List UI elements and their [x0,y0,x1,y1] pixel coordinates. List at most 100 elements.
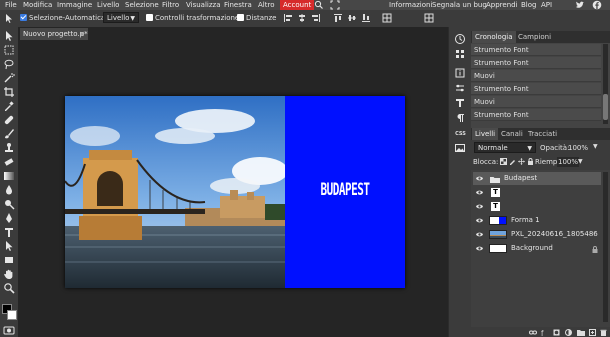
healing-tool-icon[interactable] [3,114,15,126]
delete-layer-icon[interactable] [600,329,607,337]
eye-icon[interactable] [476,217,483,224]
history-item[interactable]: Strumento Font [471,57,601,69]
eye-icon[interactable] [476,231,483,238]
eye-icon[interactable] [476,175,483,182]
brush-settings-icon[interactable] [454,82,466,94]
layers-scrollbar[interactable] [603,172,608,322]
dodge-tool-icon[interactable] [3,198,15,210]
type-tool-icon[interactable] [3,226,15,238]
distances-checkbox[interactable] [237,14,244,21]
link-blog[interactable]: Blog [521,0,536,10]
link-layers-icon[interactable] [529,329,537,337]
close-icon[interactable]: × [79,28,85,40]
history-panel-icon[interactable] [454,33,466,45]
fill-chevron-icon[interactable]: ▼ [578,158,583,165]
lock-all-icon[interactable] [527,158,534,167]
adjustment-layer-icon[interactable] [565,329,572,337]
eye-icon[interactable] [476,189,483,196]
layer-row-photo[interactable]: PXL_20240616_1805486 [473,228,601,241]
marquee-tool-icon[interactable] [3,44,15,56]
link-apprendi[interactable]: Apprendi [486,0,518,10]
history-item[interactable]: Strumento Font [471,83,601,95]
align-center-icon[interactable] [297,13,307,25]
align-right-icon[interactable] [311,13,321,25]
history-item[interactable]: Strumento Font [471,44,601,56]
align-middle-icon[interactable] [347,13,357,25]
eraser-tool-icon[interactable] [3,156,15,168]
menu-selezione[interactable]: Selezione [125,0,159,10]
lock-pixels-icon[interactable] [509,158,516,167]
path-selection-tool-icon[interactable] [3,240,15,252]
layer-row-text[interactable]: T [473,186,601,199]
clone-stamp-tool-icon[interactable] [3,142,15,154]
layer-mask-icon[interactable] [553,329,560,337]
document-canvas[interactable]: BUDAPEST [65,96,405,288]
menu-livello[interactable]: Livello [97,0,119,10]
layer-row-forma-1[interactable]: Forma 1 [473,214,601,227]
document-tab[interactable]: Nuovo progetto.p* × [20,28,88,40]
lasso-tool-icon[interactable] [3,58,15,70]
menu-modifica[interactable]: Modifica [23,0,52,10]
background-color-swatch[interactable] [7,310,17,320]
menu-file[interactable]: File [5,0,17,10]
eye-icon[interactable] [476,245,483,252]
history-item[interactable]: Muovi [471,70,601,82]
paragraph-panel-icon[interactable] [454,112,466,124]
align-top-icon[interactable] [333,13,343,25]
fullscreen-icon[interactable] [330,0,340,10]
menu-immagine[interactable]: Immagine [57,0,92,10]
quick-mask-icon[interactable] [3,324,15,336]
layer-style-icon[interactable]: ƒ [540,329,548,337]
history-scrollbar-thumb[interactable] [603,94,608,120]
info-panel-icon[interactable] [454,67,466,79]
layer-row-background[interactable]: Background [473,242,601,255]
eye-icon[interactable] [476,203,483,210]
history-scrollbar[interactable] [603,44,608,124]
search-icon[interactable] [314,0,324,10]
auto-select-checkbox[interactable] [20,14,27,21]
menu-altro[interactable]: Altro [258,0,275,10]
canvas-title-text[interactable]: BUDAPEST [305,180,385,200]
eyedropper-tool-icon[interactable] [3,100,15,112]
link-informazioni[interactable]: Informazioni [389,0,432,10]
crop-tool-icon[interactable] [3,86,15,98]
link-api[interactable]: API [541,0,552,10]
swatches-panel-icon[interactable] [454,48,466,60]
history-item[interactable]: Strumento Font [471,109,601,121]
gradient-tool-icon[interactable] [3,170,15,182]
distribute-icon[interactable] [382,13,392,25]
blur-tool-icon[interactable] [3,184,15,196]
css-panel-label[interactable]: CSS [452,131,469,137]
tab-cronologia[interactable]: Cronologia [472,31,516,43]
facebook-icon[interactable] [592,0,602,10]
account-button[interactable]: Account [280,0,315,10]
twitter-icon[interactable] [575,0,585,10]
arrange-grid-icon[interactable] [424,13,434,25]
align-left-icon[interactable] [283,13,293,25]
menu-filtro[interactable]: Filtro [162,0,179,10]
brush-tool-icon[interactable] [3,128,15,140]
lock-position-icon[interactable] [518,158,525,167]
link-segnala-bug[interactable]: Segnala un bug [432,0,487,10]
new-layer-icon[interactable] [589,329,596,337]
tab-campioni[interactable]: Campioni [515,31,554,43]
tab-livelli[interactable]: Livelli [472,128,499,140]
opacity-chevron-icon[interactable]: ▼ [593,143,598,150]
move-tool-options-icon[interactable] [4,13,15,26]
auto-select-target-dropdown[interactable]: Livello ▼ [103,12,139,23]
opacity-value[interactable]: 100% [568,143,588,153]
move-tool-icon[interactable] [3,30,15,42]
blend-mode-dropdown[interactable]: Normale ▼ [474,142,536,153]
layer-row-text[interactable]: T [473,200,601,213]
magic-wand-tool-icon[interactable] [3,72,15,84]
lock-transparency-icon[interactable] [500,158,507,167]
menu-visualizza[interactable]: Visualizza [186,0,220,10]
fill-value[interactable]: 100% [557,157,580,167]
menu-finestra[interactable]: Finestra [224,0,252,10]
transform-controls-checkbox[interactable] [146,14,153,21]
align-bottom-icon[interactable] [361,13,371,25]
zoom-tool-icon[interactable] [3,282,15,294]
character-panel-icon[interactable] [454,97,466,109]
image-panel-icon[interactable] [454,142,466,154]
new-group-icon[interactable] [577,329,585,337]
